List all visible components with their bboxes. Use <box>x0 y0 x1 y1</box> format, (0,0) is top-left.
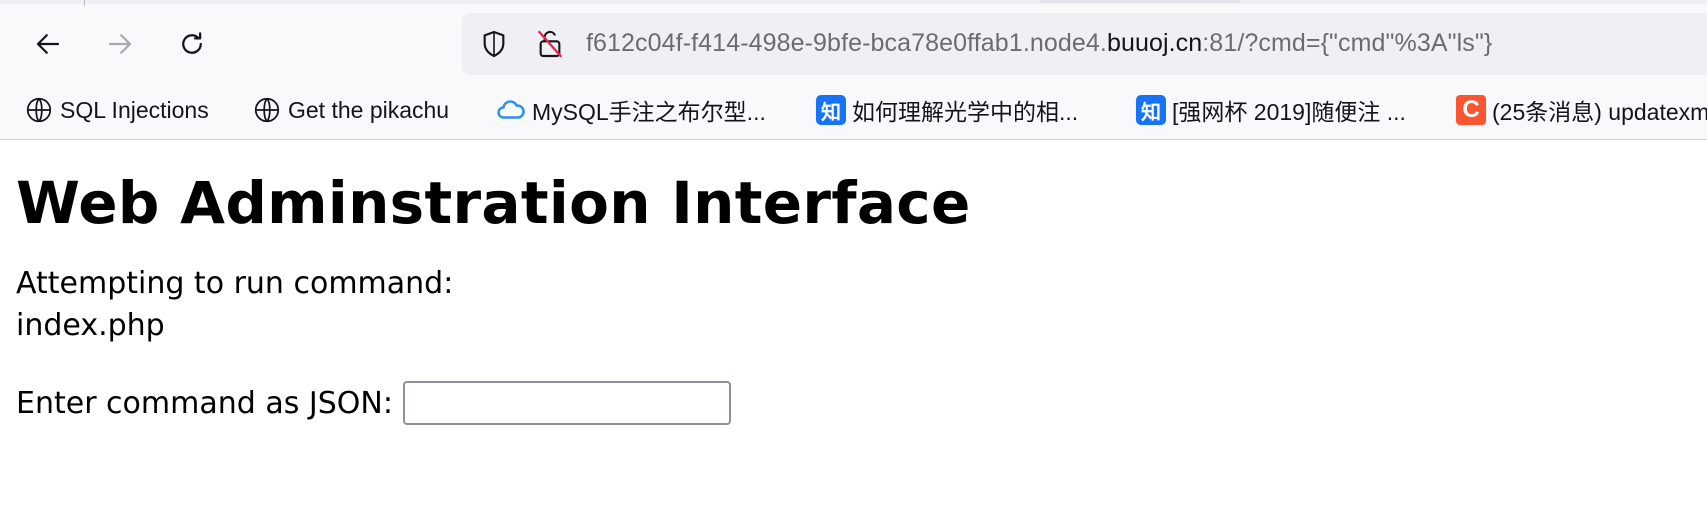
bookmark-label: [强网杯 2019]随便注 ... <box>1172 99 1406 125</box>
csdn-icon: C <box>1456 95 1486 125</box>
command-input-label: Enter command as JSON: <box>16 385 393 421</box>
back-button[interactable] <box>27 23 69 65</box>
arrow-left-icon <box>36 34 60 54</box>
tab-strip-edge <box>0 0 1707 4</box>
insecure-lock-icon[interactable] <box>534 28 566 60</box>
bookmark-label: MySQL手注之布尔型... <box>532 99 766 125</box>
bookmark-item[interactable]: C (25条消息) updatexml <box>1456 94 1707 126</box>
bookmark-item[interactable]: 知 如何理解光学中的相... <box>816 94 1078 126</box>
bookmark-label: (25条消息) updatexml <box>1492 99 1707 125</box>
bookmark-item[interactable]: Get the pikachu <box>252 94 449 126</box>
bookmark-item[interactable]: MySQL手注之布尔型... <box>496 94 766 126</box>
browser-toolbar: f612c04f-f414-498e-9bfe-bca78e0ffab1.nod… <box>0 0 1707 80</box>
bookmark-label: 如何理解光学中的相... <box>852 99 1079 125</box>
zhihu-icon: 知 <box>816 95 846 125</box>
url-domain: buuoj.cn <box>1106 29 1203 57</box>
tab-divider <box>84 0 85 6</box>
url-suffix: :81/?cmd={"cmd"%3A"ls"} <box>1202 29 1493 57</box>
bookmark-label: SQL Injections <box>60 96 209 123</box>
globe-icon <box>252 95 282 125</box>
reload-button[interactable] <box>171 23 213 65</box>
page-title: Web Adminstration Interface <box>16 169 971 237</box>
address-bar[interactable]: f612c04f-f414-498e-9bfe-bca78e0ffab1.nod… <box>462 13 1707 75</box>
bookmarks-bar: SQL Injections Get the pikachu MySQL手注之布… <box>0 80 1707 140</box>
url-prefix: f612c04f-f414-498e-9bfe-bca78e0ffab1.nod… <box>586 29 1107 57</box>
shield-icon[interactable] <box>478 28 510 60</box>
bookmark-item[interactable]: SQL Injections <box>24 94 209 126</box>
tab-edge <box>1040 0 1240 3</box>
command-input[interactable] <box>402 381 731 425</box>
url-text[interactable]: f612c04f-f414-498e-9bfe-bca78e0ffab1.nod… <box>586 29 1492 58</box>
bookmark-item[interactable]: 知 [强网杯 2019]随便注 ... <box>1136 94 1406 126</box>
page-content: Web Adminstration Interface Attempting t… <box>0 141 1707 529</box>
forward-button[interactable] <box>99 23 141 65</box>
bookmark-label: Get the pikachu <box>288 96 450 123</box>
status-output: index.php <box>16 308 165 343</box>
status-label: Attempting to run command: <box>16 266 454 301</box>
command-form: Enter command as JSON: <box>16 381 731 425</box>
globe-icon <box>24 95 54 125</box>
zhihu-icon: 知 <box>1136 95 1166 125</box>
reload-icon <box>182 32 202 54</box>
cloud-icon <box>496 95 526 125</box>
arrow-right-icon <box>108 34 132 54</box>
